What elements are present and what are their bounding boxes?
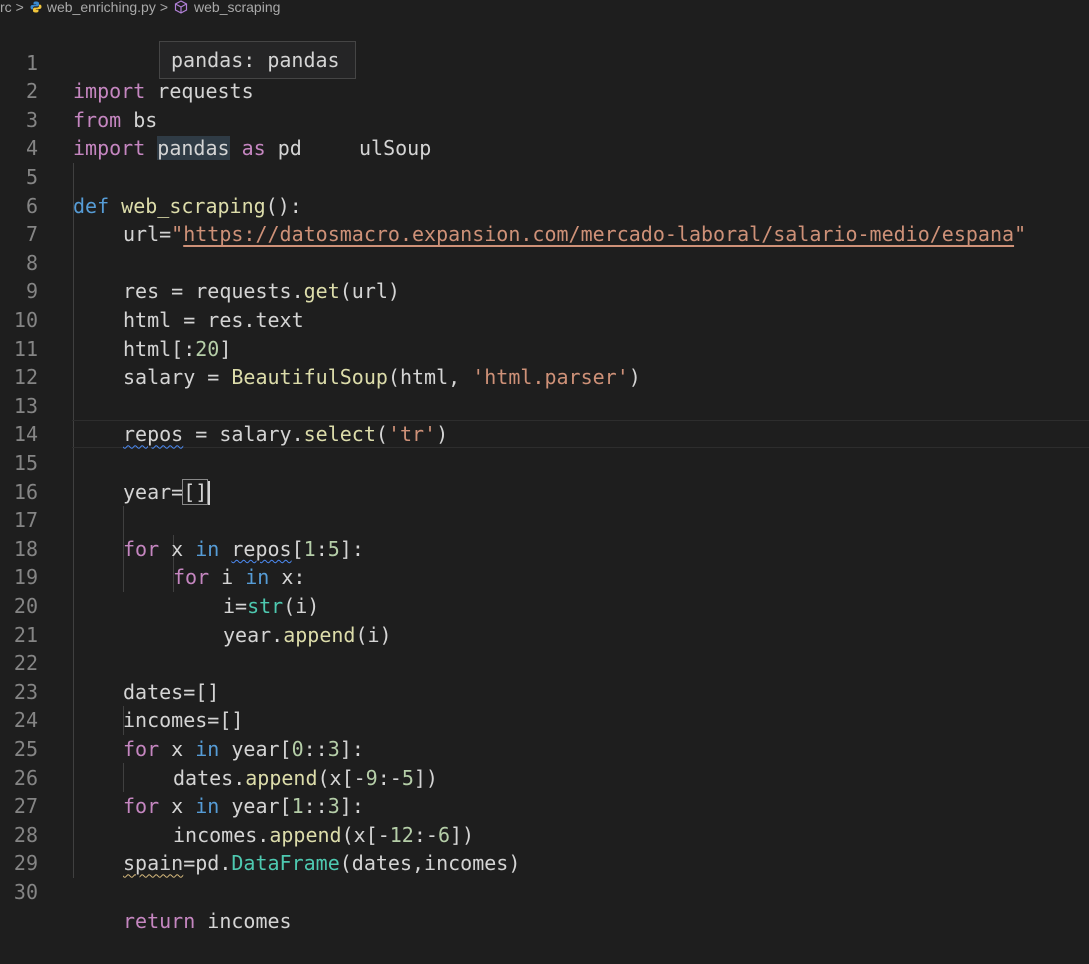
token: incomes [195,908,292,933]
code-line: 30 return incomes [0,849,1089,933]
chevron-right-icon: > [15,0,24,15]
code-line: 15 year=[] [0,420,1089,506]
line-number: 30 [13,879,38,904]
code-line: 27 incomes.append(x[-12:-6]) [0,764,1089,847]
code-line: 19 i=str(i) [0,535,1089,618]
code-line: 22 dates=[] [0,621,1089,704]
code-line: 20 year.append(i) [0,563,1089,647]
code-line: 28 spain=pd.DataFrame(dates,incomes) [0,792,1089,876]
python-file-icon [30,0,47,15]
code-line: 16 [0,449,1089,504]
code-line: 17 for x in repos[1:5]: [0,478,1089,561]
code-line: 3 import pandas as pd [0,77,1089,161]
code-line: 25 dates.append(x[-9:-5]) [0,706,1089,790]
function-cube-icon [174,0,194,15]
code-line: 24 for x in year[0::3]: [0,678,1089,761]
breadcrumb-file[interactable]: web_enriching.py [47,0,156,14]
hover-tooltip: pandas: pandas [159,41,356,79]
code-line: 29 [0,821,1089,875]
breadcrumb: rc > web_enriching.py > web_scraping [0,0,1089,16]
breadcrumb-symbol[interactable]: web_scraping [194,0,280,14]
code-line: 8 res = requests.get(url) [0,220,1089,304]
code-editor[interactable]: 1 import requests 2 from bs ulSoup 3 imp… [0,20,1089,933]
breadcrumb-folder[interactable]: rc [0,0,12,14]
code-line: 26 for x in year[1::3]: [0,735,1089,819]
code-line: 13 repos = salary.select('tr') [0,363,1089,447]
code-line: 18 for i in x: [0,506,1089,590]
code-line: 11 salary = BeautifulSoup(html, 'html.pa… [0,306,1089,390]
code-line: 23 incomes=[] [0,649,1089,733]
code-line: 9 html = res.text [0,249,1089,332]
code-line: 5 def web_scraping(): [0,134,1089,218]
code-line: 21 [0,592,1089,647]
code-line: 7 [0,192,1089,246]
chevron-right-icon: > [159,0,169,15]
code-line: 14 [0,392,1089,446]
code-line: 6 url="https://datosmacro.expansion.com/… [0,163,1089,247]
token: return [123,908,196,933]
code-line: 10 html[:20] [0,277,1089,361]
code-line: 4 [0,106,1089,160]
code-line: 12 [0,335,1089,389]
